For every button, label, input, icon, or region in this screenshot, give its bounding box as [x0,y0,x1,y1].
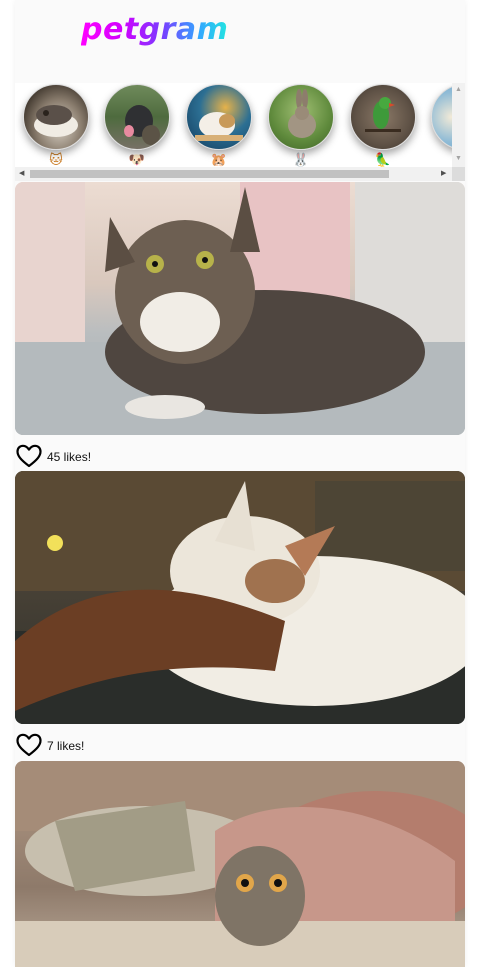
heart-outline-icon[interactable] [16,733,42,757]
category-image-birds [350,84,416,150]
scrollbar-thumb[interactable] [30,170,389,178]
likes-count: 7 likes! [47,739,85,753]
category-image-cats [23,84,89,150]
photo-card-image[interactable] [15,182,465,435]
photo-card: 7 likes! [15,471,465,760]
photo-card-image[interactable] [15,471,465,724]
category-item-birds[interactable]: 🦜 [350,84,416,167]
likes-count: 45 likes! [47,450,92,464]
vertical-scrollbar[interactable]: ▲ ▼ [452,83,465,167]
heart-outline-icon[interactable] [16,444,42,468]
scroll-up-icon[interactable]: ▲ [455,86,462,94]
rabbit-face-icon: 🐰 [292,152,310,167]
app-logo[interactable]: petgram [81,10,228,50]
category-image-rabbits [268,84,334,150]
category-image-more [431,84,452,150]
photo-card [15,761,465,967]
scrollbar-corner [452,167,465,181]
parrot-icon: 🦜 [374,152,392,167]
photo-card: 45 likes! [15,182,465,471]
category-item-more[interactable] [431,84,452,166]
category-image-hamsters [186,84,252,150]
category-item-cats[interactable]: 🐱 [23,84,89,167]
category-list: 🐱 🐶 🐹 🐰 🦜 [15,83,452,167]
like-row: 7 likes! [15,724,465,760]
photo-card-image[interactable] [15,761,465,967]
app-container: petgram 🐱 🐶 🐹 🐰 🦜 ▲ ▼ ◀ ▶ 45 likes! 7 li… [15,0,465,967]
category-image-dogs [104,84,170,150]
dog-face-icon: 🐶 [128,152,146,167]
hamster-face-icon: 🐹 [210,152,228,167]
category-item-dogs[interactable]: 🐶 [104,84,170,167]
category-item-hamsters[interactable]: 🐹 [186,84,252,167]
scroll-down-icon[interactable]: ▼ [455,155,462,163]
category-carousel[interactable]: 🐱 🐶 🐹 🐰 🦜 ▲ ▼ ◀ ▶ [15,83,465,181]
like-row: 45 likes! [15,435,465,471]
horizontal-scrollbar[interactable]: ◀ ▶ [15,167,452,181]
category-item-rabbits[interactable]: 🐰 [268,84,334,167]
scroll-left-icon[interactable]: ◀ [19,170,24,178]
cat-face-icon: 🐱 [49,152,63,167]
scroll-right-icon[interactable]: ▶ [441,170,446,178]
